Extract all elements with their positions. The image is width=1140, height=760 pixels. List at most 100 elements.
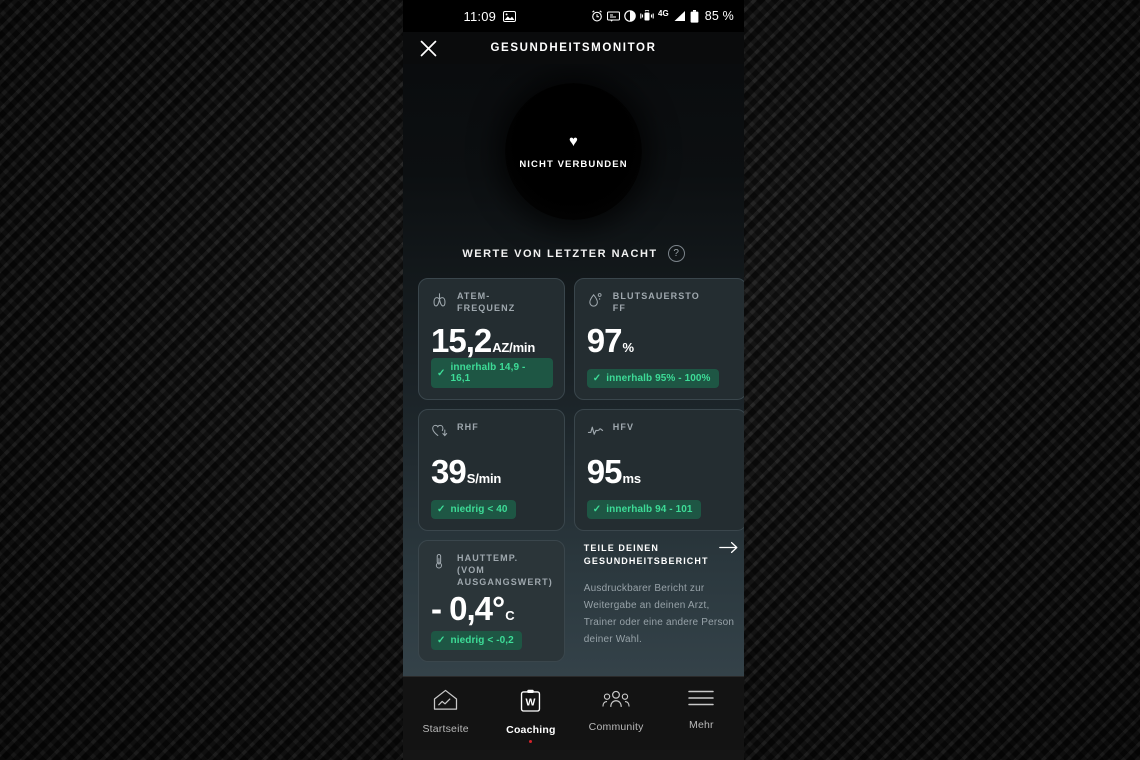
device-status-label: NICHT VERBUNDEN bbox=[519, 158, 628, 170]
arrow-right-icon[interactable] bbox=[718, 541, 739, 556]
alarm-icon bbox=[591, 10, 603, 22]
metric-card-blood-oxygen[interactable]: BLUTSAUERSTO FF 97 % ✓ innerhalb 95% - 1… bbox=[573, 278, 744, 400]
svg-text:W: W bbox=[526, 697, 536, 709]
device-status-hero: ♥ NICHT VERBUNDEN bbox=[403, 64, 744, 239]
nav-item-coaching[interactable]: W Coaching bbox=[488, 689, 573, 743]
card-value: 95 bbox=[586, 453, 623, 490]
card-value-row: 95 ms bbox=[587, 455, 735, 500]
card-unit: C bbox=[505, 608, 515, 623]
device-status-circle[interactable]: ♥ NICHT VERBUNDEN bbox=[505, 83, 642, 220]
sms-icon bbox=[607, 10, 621, 22]
4g-icon: 4G bbox=[658, 8, 669, 18]
card-label: HFV bbox=[613, 421, 634, 433]
bottom-navigation: Startseite W Coaching Community Mehr bbox=[403, 676, 744, 750]
metric-card-skin-temperature[interactable]: HAUTTEMP. (VOM AUSGANGSWERT) - 0,4° C ✓ … bbox=[418, 540, 565, 662]
share-header[interactable]: TEILE DEINEN GESUNDHEITSBERICHT bbox=[583, 541, 739, 567]
nav-label: Coaching bbox=[506, 724, 556, 736]
lungs-icon bbox=[431, 291, 448, 313]
check-icon: ✓ bbox=[437, 367, 446, 379]
card-label: BLUTSAUERSTO FF bbox=[613, 290, 700, 314]
card-value: 97 bbox=[586, 322, 623, 359]
status-bar: 11:09 4G 85 % bbox=[403, 0, 744, 32]
battery-percent: 85 % bbox=[704, 9, 734, 23]
card-value: 15,2 bbox=[431, 322, 492, 359]
status-badge-text: niedrig < -0,2 bbox=[450, 635, 514, 646]
ecg-icon bbox=[587, 422, 604, 444]
blood-drop-icon bbox=[587, 291, 604, 313]
card-label-line1: HAUTTEMP. bbox=[457, 553, 519, 563]
card-value-row: - 0,4° C bbox=[431, 592, 553, 631]
card-label-line2: (VOM AUSGANGSWERT) bbox=[457, 565, 553, 587]
check-icon: ✓ bbox=[592, 373, 602, 384]
card-header: ATEM- FREQUENZ bbox=[431, 290, 553, 320]
signal-icon bbox=[673, 10, 686, 22]
nav-label: Mehr bbox=[689, 719, 714, 731]
clipboard-w-icon: W bbox=[520, 689, 541, 717]
section-header: WERTE VON LETZTER NACHT ? bbox=[403, 245, 744, 262]
share-health-report[interactable]: TEILE DEINEN GESUNDHEITSBERICHT Ausdruck… bbox=[574, 540, 744, 662]
card-unit: AZ/min bbox=[492, 340, 536, 355]
card-header: BLUTSAUERSTO FF bbox=[587, 290, 735, 320]
status-badge-text: innerhalb 95% - 100% bbox=[606, 373, 711, 384]
check-icon: ✓ bbox=[437, 504, 446, 515]
card-value-row: 15,2 AZ/min bbox=[431, 324, 553, 358]
share-description: Ausdruckbarer Bericht zur Weitergabe an … bbox=[583, 583, 735, 645]
thermometer-icon bbox=[431, 553, 448, 575]
nav-item-mehr[interactable]: Mehr bbox=[659, 689, 744, 731]
dnd-icon bbox=[624, 10, 636, 22]
nav-item-startseite[interactable]: Startseite bbox=[403, 689, 488, 735]
card-label-line1: BLUTSAUERSTO bbox=[612, 291, 700, 301]
card-label-line1: RHF bbox=[457, 422, 479, 432]
card-label: RHF bbox=[457, 421, 479, 433]
metric-card-breathing-rate[interactable]: ATEM- FREQUENZ 15,2 AZ/min ✓ innerhalb 1… bbox=[418, 278, 565, 400]
status-badge: ✓ niedrig < -0,2 bbox=[431, 631, 522, 650]
nav-label: Startseite bbox=[422, 723, 469, 735]
help-icon[interactable]: ? bbox=[667, 245, 685, 262]
battery-icon bbox=[690, 9, 699, 23]
app-header: GESUNDHEITSMONITOR bbox=[403, 32, 744, 64]
status-badge: ✓ niedrig < 40 bbox=[431, 500, 516, 519]
card-label: ATEM- FREQUENZ bbox=[457, 290, 515, 314]
card-value-row: 97 % bbox=[587, 324, 735, 369]
card-value-row: 39 S/min bbox=[431, 455, 553, 500]
metrics-grid: ATEM- FREQUENZ 15,2 AZ/min ✓ innerhalb 1… bbox=[403, 278, 744, 662]
close-icon[interactable] bbox=[417, 37, 439, 59]
card-header: HAUTTEMP. (VOM AUSGANGSWERT) bbox=[431, 552, 553, 588]
metric-card-hrv[interactable]: HFV 95 ms ✓ innerhalb 94 - 101 bbox=[573, 409, 744, 531]
main-content: ♥ NICHT VERBUNDEN WERTE VON LETZTER NACH… bbox=[403, 64, 744, 676]
card-unit: S/min bbox=[466, 471, 502, 486]
status-badge-text: niedrig < 40 bbox=[450, 504, 508, 515]
section-title: WERTE VON LETZTER NACHT bbox=[462, 247, 658, 260]
card-value: - 0,4° bbox=[431, 590, 505, 627]
photo-icon bbox=[503, 10, 517, 22]
card-label-line1: ATEM- bbox=[457, 291, 491, 301]
community-icon bbox=[602, 689, 630, 714]
card-label-line1: HFV bbox=[612, 422, 635, 432]
card-label-line2: FREQUENZ bbox=[457, 303, 516, 313]
card-header: HFV bbox=[587, 421, 735, 451]
card-value: 39 bbox=[431, 453, 467, 490]
check-icon: ✓ bbox=[592, 504, 602, 515]
phone-screen: 11:09 4G 85 % GESUNDHEITSMONITOR ♥ NICHT… bbox=[403, 0, 744, 760]
status-time: 11:09 bbox=[463, 8, 497, 24]
metric-card-resting-heart-rate[interactable]: RHF 39 S/min ✓ niedrig < 40 bbox=[418, 409, 565, 531]
card-label-line2: FF bbox=[612, 303, 626, 313]
share-title-line1: TEILE DEINEN bbox=[583, 543, 660, 553]
status-badge: ✓ innerhalb 14,9 - 16,1 bbox=[431, 358, 553, 388]
status-badge: ✓ innerhalb 94 - 101 bbox=[586, 500, 701, 519]
nav-label: Community bbox=[588, 721, 644, 733]
nav-item-community[interactable]: Community bbox=[574, 689, 659, 733]
card-unit: % bbox=[622, 340, 635, 355]
page-title: GESUNDHEITSMONITOR bbox=[490, 42, 657, 54]
heart-down-icon bbox=[431, 422, 448, 444]
status-bar-left: 11:09 bbox=[464, 9, 517, 24]
vibrate-icon bbox=[640, 10, 654, 22]
card-unit: ms bbox=[622, 471, 642, 486]
active-indicator-dot bbox=[529, 740, 533, 743]
status-badge-text: innerhalb 14,9 - 16,1 bbox=[450, 362, 526, 384]
status-badge: ✓ innerhalb 95% - 100% bbox=[586, 369, 719, 388]
card-label: HAUTTEMP. (VOM AUSGANGSWERT) bbox=[457, 552, 553, 588]
home-chart-icon bbox=[433, 689, 458, 716]
home-indicator-area bbox=[403, 750, 744, 760]
card-header: RHF bbox=[431, 421, 553, 451]
